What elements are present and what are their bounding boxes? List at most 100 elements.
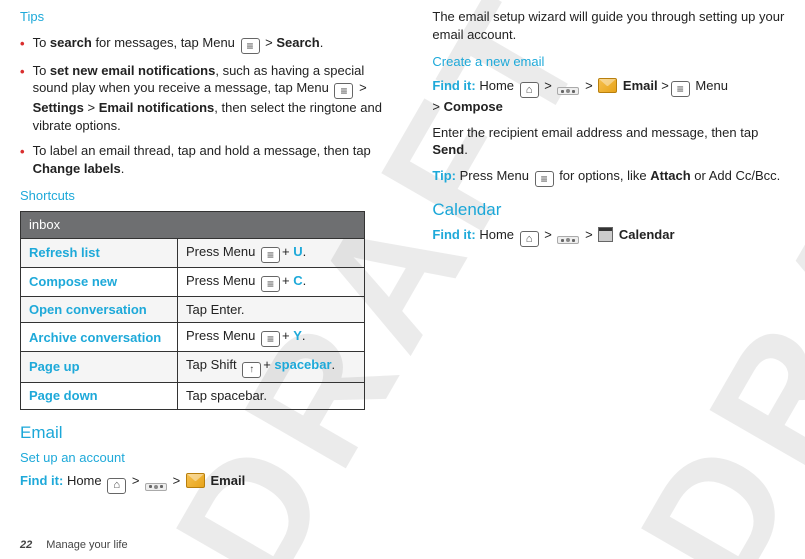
t: Attach — [650, 168, 690, 183]
t: Change labels — [33, 161, 121, 176]
tips-heading: Tips — [20, 8, 382, 26]
bullet-dot: • — [20, 143, 25, 177]
find-it-calendar: Find it: Home > > Calendar — [432, 226, 785, 247]
shortcut-action: Press Menu + Y. — [178, 323, 365, 352]
table-row: Page downTap spacebar. — [21, 383, 365, 410]
t: Calendar — [615, 227, 674, 242]
home-icon — [107, 478, 126, 494]
bullet-dot: • — [20, 63, 25, 135]
t: search — [50, 35, 92, 50]
t: or Add Cc/Bcc. — [691, 168, 781, 183]
left-column: Tips • To search for messages, tap Menu … — [20, 8, 382, 494]
t: Compose — [444, 99, 503, 114]
shortcut-label: Compose new — [21, 267, 178, 296]
t: > — [128, 473, 143, 488]
t: . — [320, 35, 324, 50]
t: . — [464, 142, 468, 157]
section-name: Manage your life — [46, 539, 127, 551]
shortcut-label: Page up — [21, 352, 178, 383]
shortcut-action: Tap Shift + spacebar. — [178, 352, 365, 383]
shortcut-label: Page down — [21, 383, 178, 410]
shortcut-label: Open conversation — [21, 296, 178, 323]
t: for options, like — [556, 168, 651, 183]
find-it-label: Find it: — [432, 227, 475, 242]
t: Email notifications — [99, 100, 215, 115]
tip-label: Tip: — [432, 168, 456, 183]
right-column: The email setup wizard will guide you th… — [432, 8, 785, 494]
page-number: 22 — [20, 539, 32, 551]
calendar-icon — [598, 227, 613, 242]
t: Enter the recipient email address and me… — [432, 125, 758, 140]
apps-icon — [145, 483, 167, 491]
shortcuts-table: inbox Refresh listPress Menu + U.Compose… — [20, 211, 365, 410]
menu-icon — [334, 83, 353, 99]
t: Menu — [692, 78, 728, 93]
tip-3-text: To label an email thread, tap and hold a… — [33, 142, 383, 177]
create-email-heading: Create a new email — [432, 53, 785, 71]
menu-icon — [671, 81, 690, 97]
shortcuts-heading: Shortcuts — [20, 187, 382, 205]
t: Email — [207, 473, 245, 488]
find-it-email: Find it: Home > > Email — [20, 472, 382, 493]
shift-icon — [242, 362, 261, 378]
t: > — [541, 78, 556, 93]
home-icon — [520, 82, 539, 98]
find-it-label: Find it: — [20, 473, 63, 488]
menu-icon — [261, 331, 280, 347]
t: Press Menu — [456, 168, 533, 183]
shortcut-action: Press Menu + U. — [178, 238, 365, 267]
shortcut-label: Archive conversation — [21, 323, 178, 352]
menu-icon — [261, 276, 280, 292]
t: Home — [476, 78, 518, 93]
t: Send — [432, 142, 464, 157]
t: > — [84, 100, 99, 115]
t: > — [581, 227, 596, 242]
tip-1: • To search for messages, tap Menu > Sea… — [20, 34, 382, 54]
t: Email — [619, 78, 661, 93]
shortcut-action: Tap Enter. — [178, 296, 365, 323]
email-heading: Email — [20, 422, 382, 445]
email-subheading: Set up an account — [20, 449, 382, 467]
home-icon — [520, 231, 539, 247]
shortcut-action: Tap spacebar. — [178, 383, 365, 410]
shortcut-header: inbox — [21, 212, 365, 239]
t: > — [541, 227, 556, 242]
t: Home — [476, 227, 518, 242]
t: Settings — [33, 100, 84, 115]
t: > — [581, 78, 596, 93]
shortcut-action: Press Menu + C. — [178, 267, 365, 296]
calendar-heading: Calendar — [432, 199, 785, 222]
t: . — [121, 161, 125, 176]
tip-2: • To set new email notifications, such a… — [20, 62, 382, 135]
find-it-create: Find it: Home > > Email > Menu > Compose — [432, 77, 785, 116]
email-icon — [598, 78, 617, 93]
tip-2-text: To set new email notifications, such as … — [33, 62, 383, 135]
t: > — [169, 473, 184, 488]
shortcut-label: Refresh list — [21, 238, 178, 267]
menu-icon — [535, 171, 554, 187]
table-row: Compose newPress Menu + C. — [21, 267, 365, 296]
wizard-intro: The email setup wizard will guide you th… — [432, 8, 785, 43]
t: set new email notifications — [50, 63, 215, 78]
tip-3: • To label an email thread, tap and hold… — [20, 142, 382, 177]
email-icon — [186, 473, 205, 488]
menu-icon — [241, 38, 260, 54]
find-it-label: Find it: — [432, 78, 475, 93]
t: Home — [63, 473, 105, 488]
table-row: Open conversationTap Enter. — [21, 296, 365, 323]
t: To — [33, 63, 50, 78]
bullet-dot: • — [20, 35, 25, 54]
tip-attach: Tip: Press Menu for options, like Attach… — [432, 167, 785, 187]
t: for messages, tap Menu — [92, 35, 239, 50]
apps-icon — [557, 236, 579, 244]
t: > — [355, 80, 366, 95]
menu-icon — [261, 247, 280, 263]
table-row: Archive conversationPress Menu + Y. — [21, 323, 365, 352]
t: To label an email thread, tap and hold a… — [33, 143, 371, 158]
apps-icon — [557, 87, 579, 95]
t: > — [262, 35, 277, 50]
t: Search — [276, 35, 319, 50]
tip-1-text: To search for messages, tap Menu > Searc… — [33, 34, 324, 54]
table-row: Page upTap Shift + spacebar. — [21, 352, 365, 383]
page-footer: 22 Manage your life — [20, 539, 128, 551]
